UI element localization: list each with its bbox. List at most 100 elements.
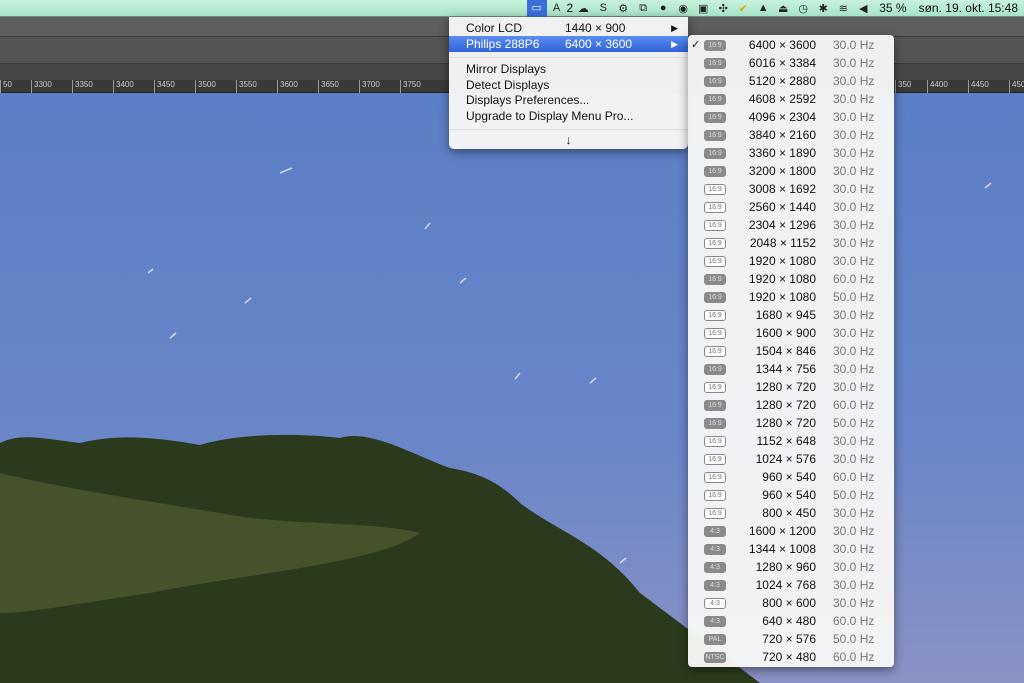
- resolution-item[interactable]: 16:9 1920 × 1080 50.0 Hz: [688, 288, 894, 306]
- wifi-icon[interactable]: ≋: [833, 2, 853, 15]
- display-icon[interactable]: ▭: [526, 0, 547, 17]
- resolution-item[interactable]: 16:9 2048 × 1152 30.0 Hz: [688, 234, 894, 252]
- resolution-item[interactable]: 16:9 4608 × 2592 30.0 Hz: [688, 90, 894, 108]
- resolution-submenu: ✓ 16:9 6400 × 3600 30.0 Hz 16:9 6016 × 3384 30…: [688, 35, 894, 667]
- resolution-item[interactable]: 16:9 4096 × 2304 30.0 Hz: [688, 108, 894, 126]
- resolution-item[interactable]: PAL 720 × 576 50.0 Hz: [688, 630, 894, 648]
- airplay-icon[interactable]: ⏏: [773, 2, 793, 15]
- clock[interactable]: søn. 19. okt. 15:48: [919, 1, 1018, 15]
- menu-separator: [449, 57, 688, 58]
- resolution-item[interactable]: 16:9 1344 × 756 30.0 Hz: [688, 360, 894, 378]
- refresh-rate: 30.0 Hz: [833, 362, 875, 376]
- resolution-value: 2048 × 1152: [749, 236, 816, 250]
- resolution-item[interactable]: 16:9 6016 × 3384 30.0 Hz: [688, 54, 894, 72]
- aspect-badge: 4:3: [704, 616, 726, 627]
- resolution-item[interactable]: 16:9 1680 × 945 30.0 Hz: [688, 306, 894, 324]
- google-drive-icon[interactable]: ▲: [753, 2, 773, 14]
- resolution-item[interactable]: 16:9 1600 × 900 30.0 Hz: [688, 324, 894, 342]
- aspect-badge: 16:9: [704, 508, 726, 519]
- aspect-badge: 16:9: [704, 490, 726, 501]
- resolution-item[interactable]: 16:9 3200 × 1800 30.0 Hz: [688, 162, 894, 180]
- resolution-item[interactable]: ✓ 16:9 6400 × 3600 30.0 Hz: [688, 36, 894, 54]
- resolution-item[interactable]: 16:9 1280 × 720 50.0 Hz: [688, 414, 894, 432]
- shazam-icon[interactable]: S: [593, 2, 613, 14]
- resolution-value: 960 × 540: [762, 488, 816, 502]
- aspect-badge: 16:9: [704, 292, 726, 303]
- aspect-badge: NTSC: [704, 652, 726, 663]
- resolution-item[interactable]: 16:9 800 × 450 30.0 Hz: [688, 504, 894, 522]
- aspect-badge: 16:9: [704, 274, 726, 285]
- resolution-item[interactable]: 16:9 1152 × 648 30.0 Hz: [688, 432, 894, 450]
- refresh-rate: 30.0 Hz: [833, 452, 875, 466]
- resolution-item[interactable]: 16:9 1504 × 846 30.0 Hz: [688, 342, 894, 360]
- resolution-value: 1280 × 720: [755, 380, 816, 394]
- refresh-rate: 60.0 Hz: [833, 470, 875, 484]
- resolution-item[interactable]: 4:3 1600 × 1200 30.0 Hz: [688, 522, 894, 540]
- resolution-item[interactable]: 16:9 960 × 540 60.0 Hz: [688, 468, 894, 486]
- resolution-item[interactable]: 16:9 3008 × 1692 30.0 Hz: [688, 180, 894, 198]
- screens-icon[interactable]: ⧉: [633, 2, 653, 15]
- refresh-rate: 30.0 Hz: [833, 182, 875, 196]
- checkmark-icon[interactable]: ✔: [733, 2, 753, 15]
- alien-icon[interactable]: ●: [653, 2, 673, 14]
- resolution-item[interactable]: 16:9 3840 × 2160 30.0 Hz: [688, 126, 894, 144]
- resolution-item[interactable]: 4:3 800 × 600 30.0 Hz: [688, 594, 894, 612]
- resolution-item[interactable]: 16:9 1024 × 576 30.0 Hz: [688, 450, 894, 468]
- refresh-rate: 30.0 Hz: [833, 254, 875, 268]
- detect-displays-item[interactable]: Detect Displays: [449, 77, 688, 93]
- resolution-value: 1600 × 900: [755, 326, 816, 340]
- refresh-rate: 30.0 Hz: [833, 236, 875, 250]
- refresh-rate: 50.0 Hz: [833, 632, 875, 646]
- aspect-badge: 4:3: [704, 562, 726, 573]
- resolution-item[interactable]: 4:3 1024 × 768 30.0 Hz: [688, 576, 894, 594]
- resolution-item[interactable]: 16:9 960 × 540 50.0 Hz: [688, 486, 894, 504]
- resolution-value: 4096 × 2304: [748, 110, 816, 124]
- scroll-down-arrow-icon[interactable]: ↓: [449, 132, 688, 148]
- ruler-tick-label: 3500: [195, 80, 216, 93]
- resolution-item[interactable]: 16:9 1920 × 1080 30.0 Hz: [688, 252, 894, 270]
- mirror-displays-item[interactable]: Mirror Displays: [449, 61, 688, 77]
- display-item-color-lcd[interactable]: Color LCD 1440 × 900 ▶: [449, 20, 688, 36]
- upgrade-item[interactable]: Upgrade to Display Menu Pro...: [449, 108, 688, 124]
- resolution-item[interactable]: 16:9 2304 × 1296 30.0 Hz: [688, 216, 894, 234]
- resolution-value: 1920 × 1080: [748, 272, 816, 286]
- battery-percent[interactable]: 35 %: [879, 1, 906, 15]
- aspect-badge: 4:3: [704, 544, 726, 555]
- resolution-item[interactable]: 16:9 1280 × 720 30.0 Hz: [688, 378, 894, 396]
- resolution-value: 1344 × 1008: [748, 542, 816, 556]
- aspect-badge: 16:9: [704, 472, 726, 483]
- resolution-item[interactable]: 4:3 1344 × 1008 30.0 Hz: [688, 540, 894, 558]
- resolution-value: 800 × 600: [762, 596, 816, 610]
- refresh-rate: 30.0 Hz: [833, 524, 875, 538]
- resolution-item[interactable]: 16:9 2560 × 1440 30.0 Hz: [688, 198, 894, 216]
- resolution-value: 1504 × 846: [755, 344, 816, 358]
- resolution-value: 1152 × 648: [756, 434, 816, 448]
- resolution-item[interactable]: 4:3 640 × 480 60.0 Hz: [688, 612, 894, 630]
- aspect-badge: 16:9: [704, 436, 726, 447]
- display-item-philips[interactable]: Philips 288P6 6400 × 3600 ▶: [449, 36, 688, 52]
- resolution-item[interactable]: NTSC 720 × 480 60.0 Hz: [688, 648, 894, 666]
- resolution-item[interactable]: 16:9 5120 × 2880 30.0 Hz: [688, 72, 894, 90]
- resolution-value: 4608 × 2592: [748, 92, 816, 106]
- resolution-item[interactable]: 16:9 3360 × 1890 30.0 Hz: [688, 144, 894, 162]
- bluetooth-icon[interactable]: ✱: [813, 2, 833, 15]
- resolution-item[interactable]: 16:9 1280 × 720 60.0 Hz: [688, 396, 894, 414]
- volume-icon[interactable]: ◀: [853, 2, 873, 15]
- aspect-badge: 16:9: [704, 94, 726, 105]
- adobe-icon[interactable]: A: [547, 2, 567, 14]
- gear-sync-icon[interactable]: ⚙: [613, 2, 633, 15]
- resolution-value: 2304 × 1296: [748, 218, 816, 232]
- displays-preferences-item[interactable]: Displays Preferences...: [449, 92, 688, 108]
- network-icon[interactable]: ✣: [713, 2, 733, 15]
- aspect-badge: 16:9: [704, 256, 726, 267]
- resolution-item[interactable]: 16:9 1920 × 1080 60.0 Hz: [688, 270, 894, 288]
- cloud-icon[interactable]: ☁: [573, 2, 593, 15]
- ruler-tick-label: 3400: [113, 80, 134, 93]
- aspect-badge: 16:9: [704, 382, 726, 393]
- evernote-icon[interactable]: ▣: [693, 2, 713, 15]
- time-machine-icon[interactable]: ◷: [793, 2, 813, 15]
- lock-icon[interactable]: ◉: [673, 2, 693, 15]
- aspect-badge: 16:9: [704, 346, 726, 357]
- resolution-item[interactable]: 4:3 1280 × 960 30.0 Hz: [688, 558, 894, 576]
- refresh-rate: 30.0 Hz: [833, 110, 875, 124]
